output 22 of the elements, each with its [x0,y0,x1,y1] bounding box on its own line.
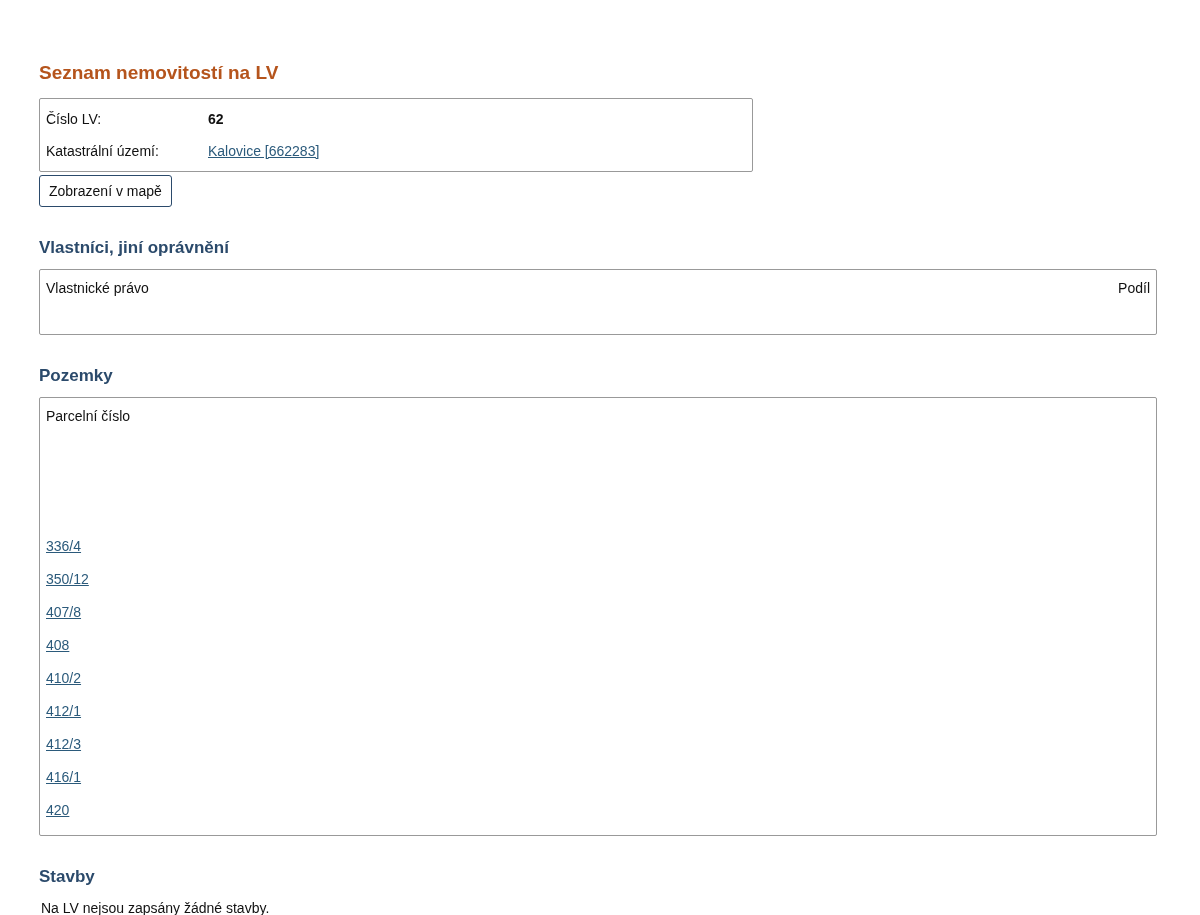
parcel-link[interactable]: 410/2 [46,662,82,695]
parcel-link[interactable]: 407/8 [46,596,82,629]
column-header: Vlastnické právo [46,279,149,298]
parcel-link[interactable]: 412/3 [46,728,82,761]
parcel-link[interactable]: 408 [46,629,70,662]
parcel-link[interactable]: 420 [46,794,70,827]
parcel-link[interactable]: 416/1 [46,761,82,794]
cadastral-link[interactable]: Kalovice [662283] [208,135,746,167]
section-heading: Stavby [39,866,96,888]
column-header: Podíl [1118,279,1150,298]
page-title: Seznam nemovitostí na LV [39,61,280,85]
info-label: Číslo LV: [46,110,103,129]
info-value: 62 [208,110,225,129]
info-label: Katastrální území: [46,142,160,161]
parcel-link[interactable]: 350/12 [46,563,89,596]
parcel-link[interactable]: 336/4 [46,530,82,563]
column-header: Parcelní číslo [46,408,131,424]
parcel-link[interactable]: 412/1 [46,695,82,728]
section-heading: Pozemky [39,365,114,387]
section-heading: Vlastníci, jiní oprávnění [39,237,231,259]
map-button[interactable]: Zobrazení v mapě [39,175,172,207]
buildings-note: Na LV nejsou zapsány žádné stavby. [40,899,271,915]
